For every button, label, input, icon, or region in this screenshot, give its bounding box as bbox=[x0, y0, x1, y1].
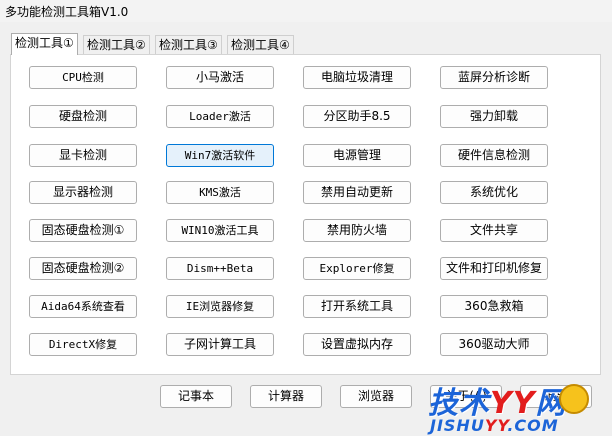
tab-tools-2[interactable]: 检测工具② bbox=[83, 35, 150, 54]
watermark-domain: JISHUYY.COM bbox=[430, 416, 559, 435]
xiaoma-activate-button[interactable]: 小马激活 bbox=[166, 66, 274, 89]
tool-panel: CPU检测 小马激活 电脑垃圾清理 蓝屏分析诊断 硬盘检测 Loader激活 分… bbox=[10, 54, 601, 375]
ie-repair-button[interactable]: IE浏览器修复 bbox=[166, 295, 274, 318]
notepad-button[interactable]: 记事本 bbox=[160, 385, 232, 408]
disable-autoupdate-button[interactable]: 禁用自动更新 bbox=[303, 181, 411, 204]
win10-activate-button[interactable]: WIN10激活工具 bbox=[166, 219, 274, 242]
file-share-button[interactable]: 文件共享 bbox=[440, 219, 548, 242]
file-printer-repair-button[interactable]: 文件和打印机修复 bbox=[440, 257, 548, 280]
directx-repair-button[interactable]: DirectX修复 bbox=[29, 333, 137, 356]
title-bar: 多功能检测工具箱V1.0 bbox=[0, 0, 612, 22]
loader-activate-button[interactable]: Loader激活 bbox=[166, 105, 274, 128]
browser-button[interactable]: 浏览器 bbox=[340, 385, 412, 408]
mascot-face-icon bbox=[559, 384, 589, 414]
junk-clean-button[interactable]: 电脑垃圾清理 bbox=[303, 66, 411, 89]
subnet-calculator-button[interactable]: 子网计算工具 bbox=[166, 333, 274, 356]
tab-tools-4[interactable]: 检测工具④ bbox=[227, 35, 294, 54]
force-uninstall-button[interactable]: 强力卸载 bbox=[440, 105, 548, 128]
power-management-button[interactable]: 电源管理 bbox=[303, 144, 411, 167]
calculator-button[interactable]: 计算器 bbox=[250, 385, 322, 408]
tab-tools-3[interactable]: 检测工具③ bbox=[155, 35, 222, 54]
disable-firewall-button[interactable]: 禁用防火墙 bbox=[303, 219, 411, 242]
win7-activate-button[interactable]: Win7激活软件 bbox=[166, 144, 274, 167]
aida64-view-button[interactable]: Aida64系统查看 bbox=[29, 295, 137, 318]
window-title: 多功能检测工具箱V1.0 bbox=[5, 5, 129, 19]
driver-master-360-button[interactable]: 360驱动大师 bbox=[440, 333, 548, 356]
cpu-check-button[interactable]: CPU检测 bbox=[29, 66, 137, 89]
monitor-check-button[interactable]: 显示器检测 bbox=[29, 181, 137, 204]
gpu-check-button[interactable]: 显卡检测 bbox=[29, 144, 137, 167]
open-system-tools-button[interactable]: 打开系统工具 bbox=[303, 295, 411, 318]
dism-beta-button[interactable]: Dism++Beta bbox=[166, 257, 274, 280]
partition-assistant-button[interactable]: 分区助手8.5 bbox=[303, 105, 411, 128]
kms-activate-button[interactable]: KMS激活 bbox=[166, 181, 274, 204]
tab-tools-1[interactable]: 检测工具① bbox=[11, 33, 78, 55]
disk-check-button[interactable]: 硬盘检测 bbox=[29, 105, 137, 128]
watermark-domain-c: .COM bbox=[507, 416, 559, 435]
watermark-domain-b: YY bbox=[484, 416, 508, 435]
watermark-domain-a: JISHU bbox=[430, 416, 485, 435]
virtual-memory-button[interactable]: 设置虚拟内存 bbox=[303, 333, 411, 356]
ssd-check-2-button[interactable]: 固态硬盘检测② bbox=[29, 257, 137, 280]
bluescreen-analysis-button[interactable]: 蓝屏分析诊断 bbox=[440, 66, 548, 89]
explorer-repair-button[interactable]: Explorer修复 bbox=[303, 257, 411, 280]
system-optimize-button[interactable]: 系统优化 bbox=[440, 181, 548, 204]
rescue-kit-360-button[interactable]: 360急救箱 bbox=[440, 295, 548, 318]
site-watermark: 技术YY网 JISHUYY.COM bbox=[426, 378, 612, 436]
hardware-info-button[interactable]: 硬件信息检测 bbox=[440, 144, 548, 167]
ssd-check-1-button[interactable]: 固态硬盘检测① bbox=[29, 219, 137, 242]
